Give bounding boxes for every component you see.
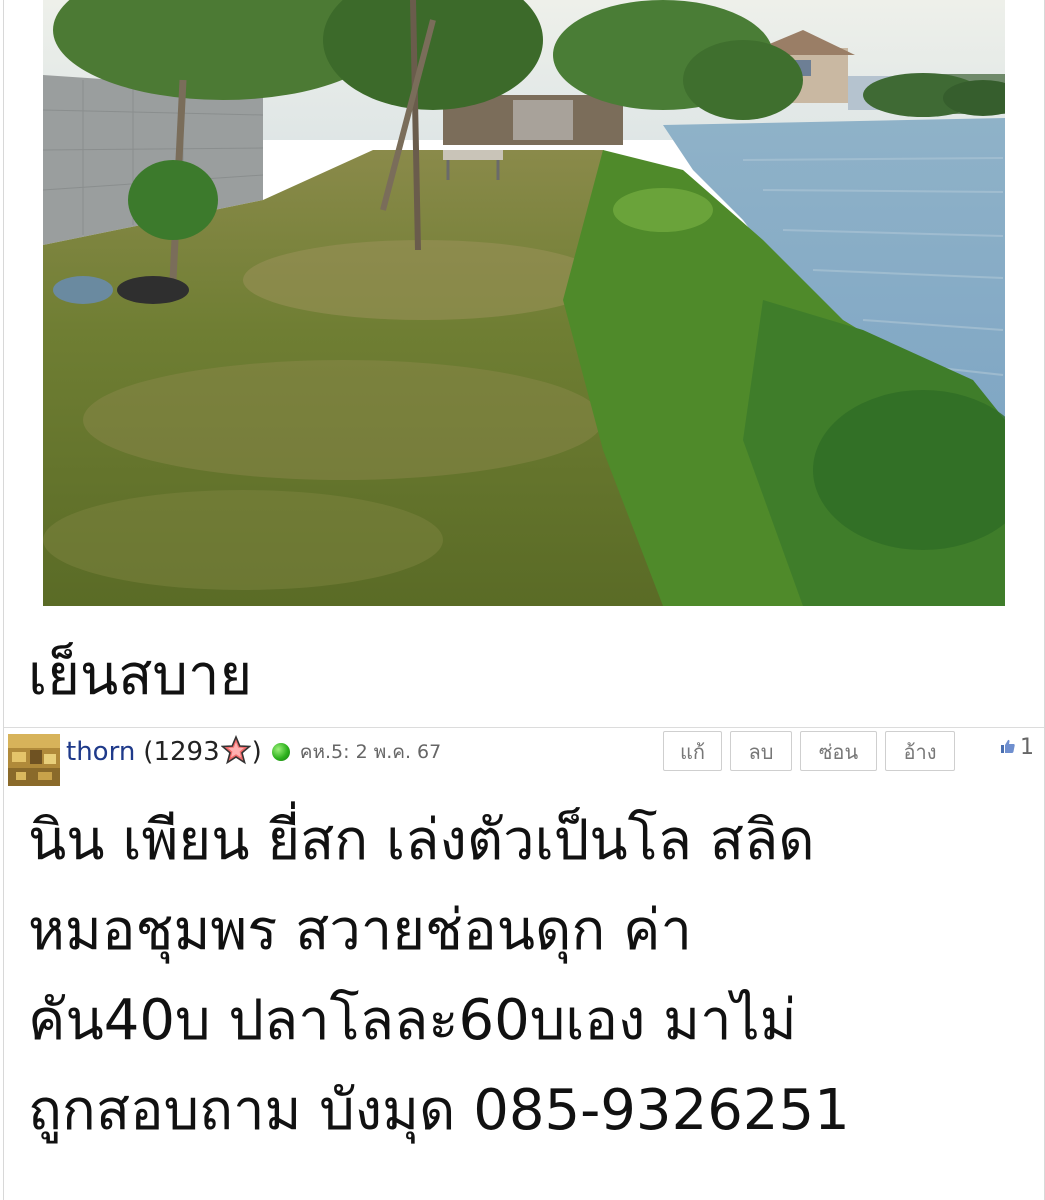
delete-button[interactable]: ลบ — [730, 731, 792, 771]
star-icon — [220, 734, 252, 769]
username-link[interactable]: thorn — [66, 737, 135, 767]
reply-line: คัน40บ ปลาโลละ60บเอง มาไม่ — [28, 988, 797, 1053]
reputation-close: ) — [251, 737, 262, 767]
reply-body: นิน เพียน ยี่สก เล่งตัวเป็นโล สลิด หมอชุ… — [28, 796, 1028, 1156]
reply-line: หมอชุมพร สวายช่อนดุก ค่า — [28, 898, 692, 963]
reputation-open: (1293 — [143, 737, 220, 767]
forum-page: เย็นสบาย thorn (1293 ) คห.5: 2 พ.ค. 67 แ… — [0, 0, 1045, 1200]
reply-line: ถูกสอบถาม บังมุด 085-9326251 — [28, 1078, 850, 1143]
reply-divider — [4, 727, 1044, 728]
post-date: คห.5: 2 พ.ค. 67 — [299, 741, 442, 763]
post-photo[interactable] — [43, 0, 1005, 606]
online-status-icon — [271, 743, 290, 761]
like-count: 1 — [1020, 735, 1034, 760]
page-edge-left — [3, 0, 4, 1200]
edit-button[interactable]: แก้ — [663, 731, 722, 771]
post-caption: เย็นสบาย — [28, 643, 253, 708]
quote-button[interactable]: อ้าง — [885, 731, 955, 771]
avatar[interactable] — [8, 734, 60, 786]
reply-actions: แก้ ลบ ซ่อน อ้าง — [663, 731, 955, 771]
like-button[interactable]: 1 — [1000, 735, 1034, 760]
thumbs-up-icon — [1000, 735, 1016, 760]
author-line: thorn (1293 ) คห.5: 2 พ.ค. 67 — [66, 734, 441, 770]
hide-button[interactable]: ซ่อน — [800, 731, 877, 771]
reply-line: นิน เพียน ยี่สก เล่งตัวเป็นโล สลิด — [28, 808, 815, 873]
